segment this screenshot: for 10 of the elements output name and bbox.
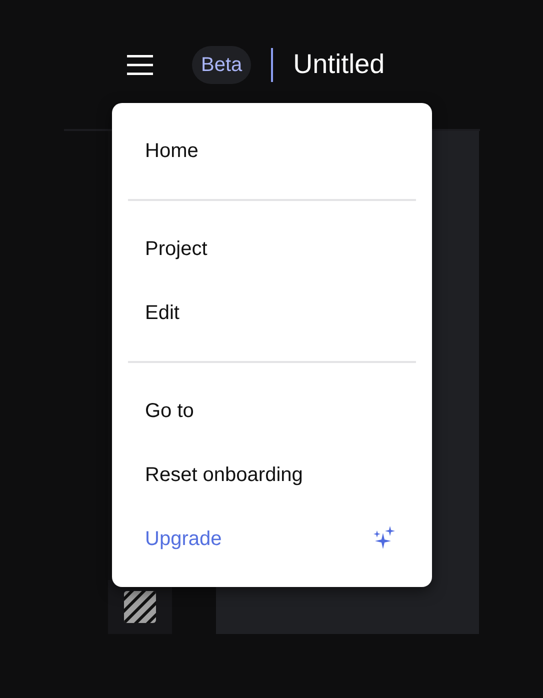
menu-item[interactable]: Upgrade [112,507,432,571]
beta-badge: Beta [192,46,252,84]
menu-item[interactable]: Go to [112,379,432,443]
menu-item[interactable]: Home [112,119,432,183]
document-title[interactable]: Untitled [293,49,385,80]
menu-icon[interactable] [127,54,153,74]
menu-item[interactable]: Edit [112,281,432,345]
menu-item[interactable]: Project [112,217,432,281]
striped-pattern-icon[interactable] [124,591,156,623]
menu-item[interactable]: Reset onboarding [112,443,432,507]
